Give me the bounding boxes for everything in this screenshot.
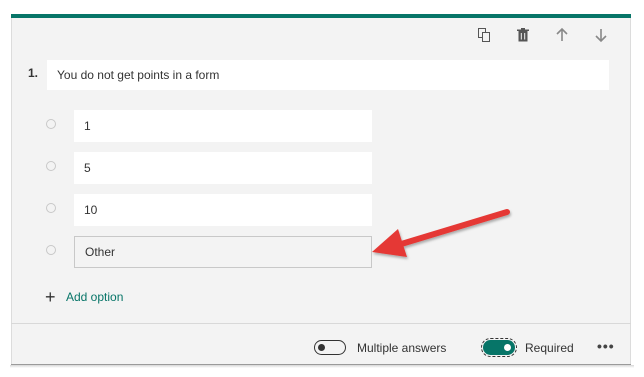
arrow-down-icon[interactable] bbox=[593, 27, 609, 43]
option-input[interactable]: 5 bbox=[74, 152, 372, 184]
option-radio bbox=[46, 161, 56, 171]
more-icon[interactable]: ••• bbox=[597, 338, 615, 354]
plus-icon: + bbox=[45, 287, 56, 307]
option-radio bbox=[46, 119, 56, 129]
option-input[interactable]: 10 bbox=[74, 194, 372, 226]
multiple-answers-toggle[interactable] bbox=[314, 340, 346, 355]
multiple-answers-label: Multiple answers bbox=[357, 341, 447, 355]
arrow-up-icon[interactable] bbox=[554, 27, 570, 43]
required-toggle[interactable] bbox=[481, 338, 517, 357]
option-radio bbox=[46, 245, 56, 255]
option-radio bbox=[46, 203, 56, 213]
card-shadow bbox=[10, 365, 634, 368]
footer-divider bbox=[11, 323, 631, 324]
toggle-knob bbox=[318, 344, 325, 351]
add-option-label: Add option bbox=[66, 290, 124, 304]
required-label: Required bbox=[525, 341, 574, 355]
question-title-input[interactable]: You do not get points in a form bbox=[47, 60, 609, 90]
trash-icon[interactable] bbox=[515, 27, 531, 43]
toggle-knob bbox=[504, 344, 511, 351]
accent-bar bbox=[11, 14, 631, 18]
question-number: 1. bbox=[28, 66, 39, 80]
other-option-input[interactable]: Other bbox=[74, 236, 372, 268]
copy-icon[interactable] bbox=[476, 27, 492, 43]
add-option-button[interactable]: + Add option bbox=[45, 288, 123, 306]
option-input[interactable]: 1 bbox=[74, 110, 372, 142]
annotation-arrow bbox=[372, 209, 510, 257]
